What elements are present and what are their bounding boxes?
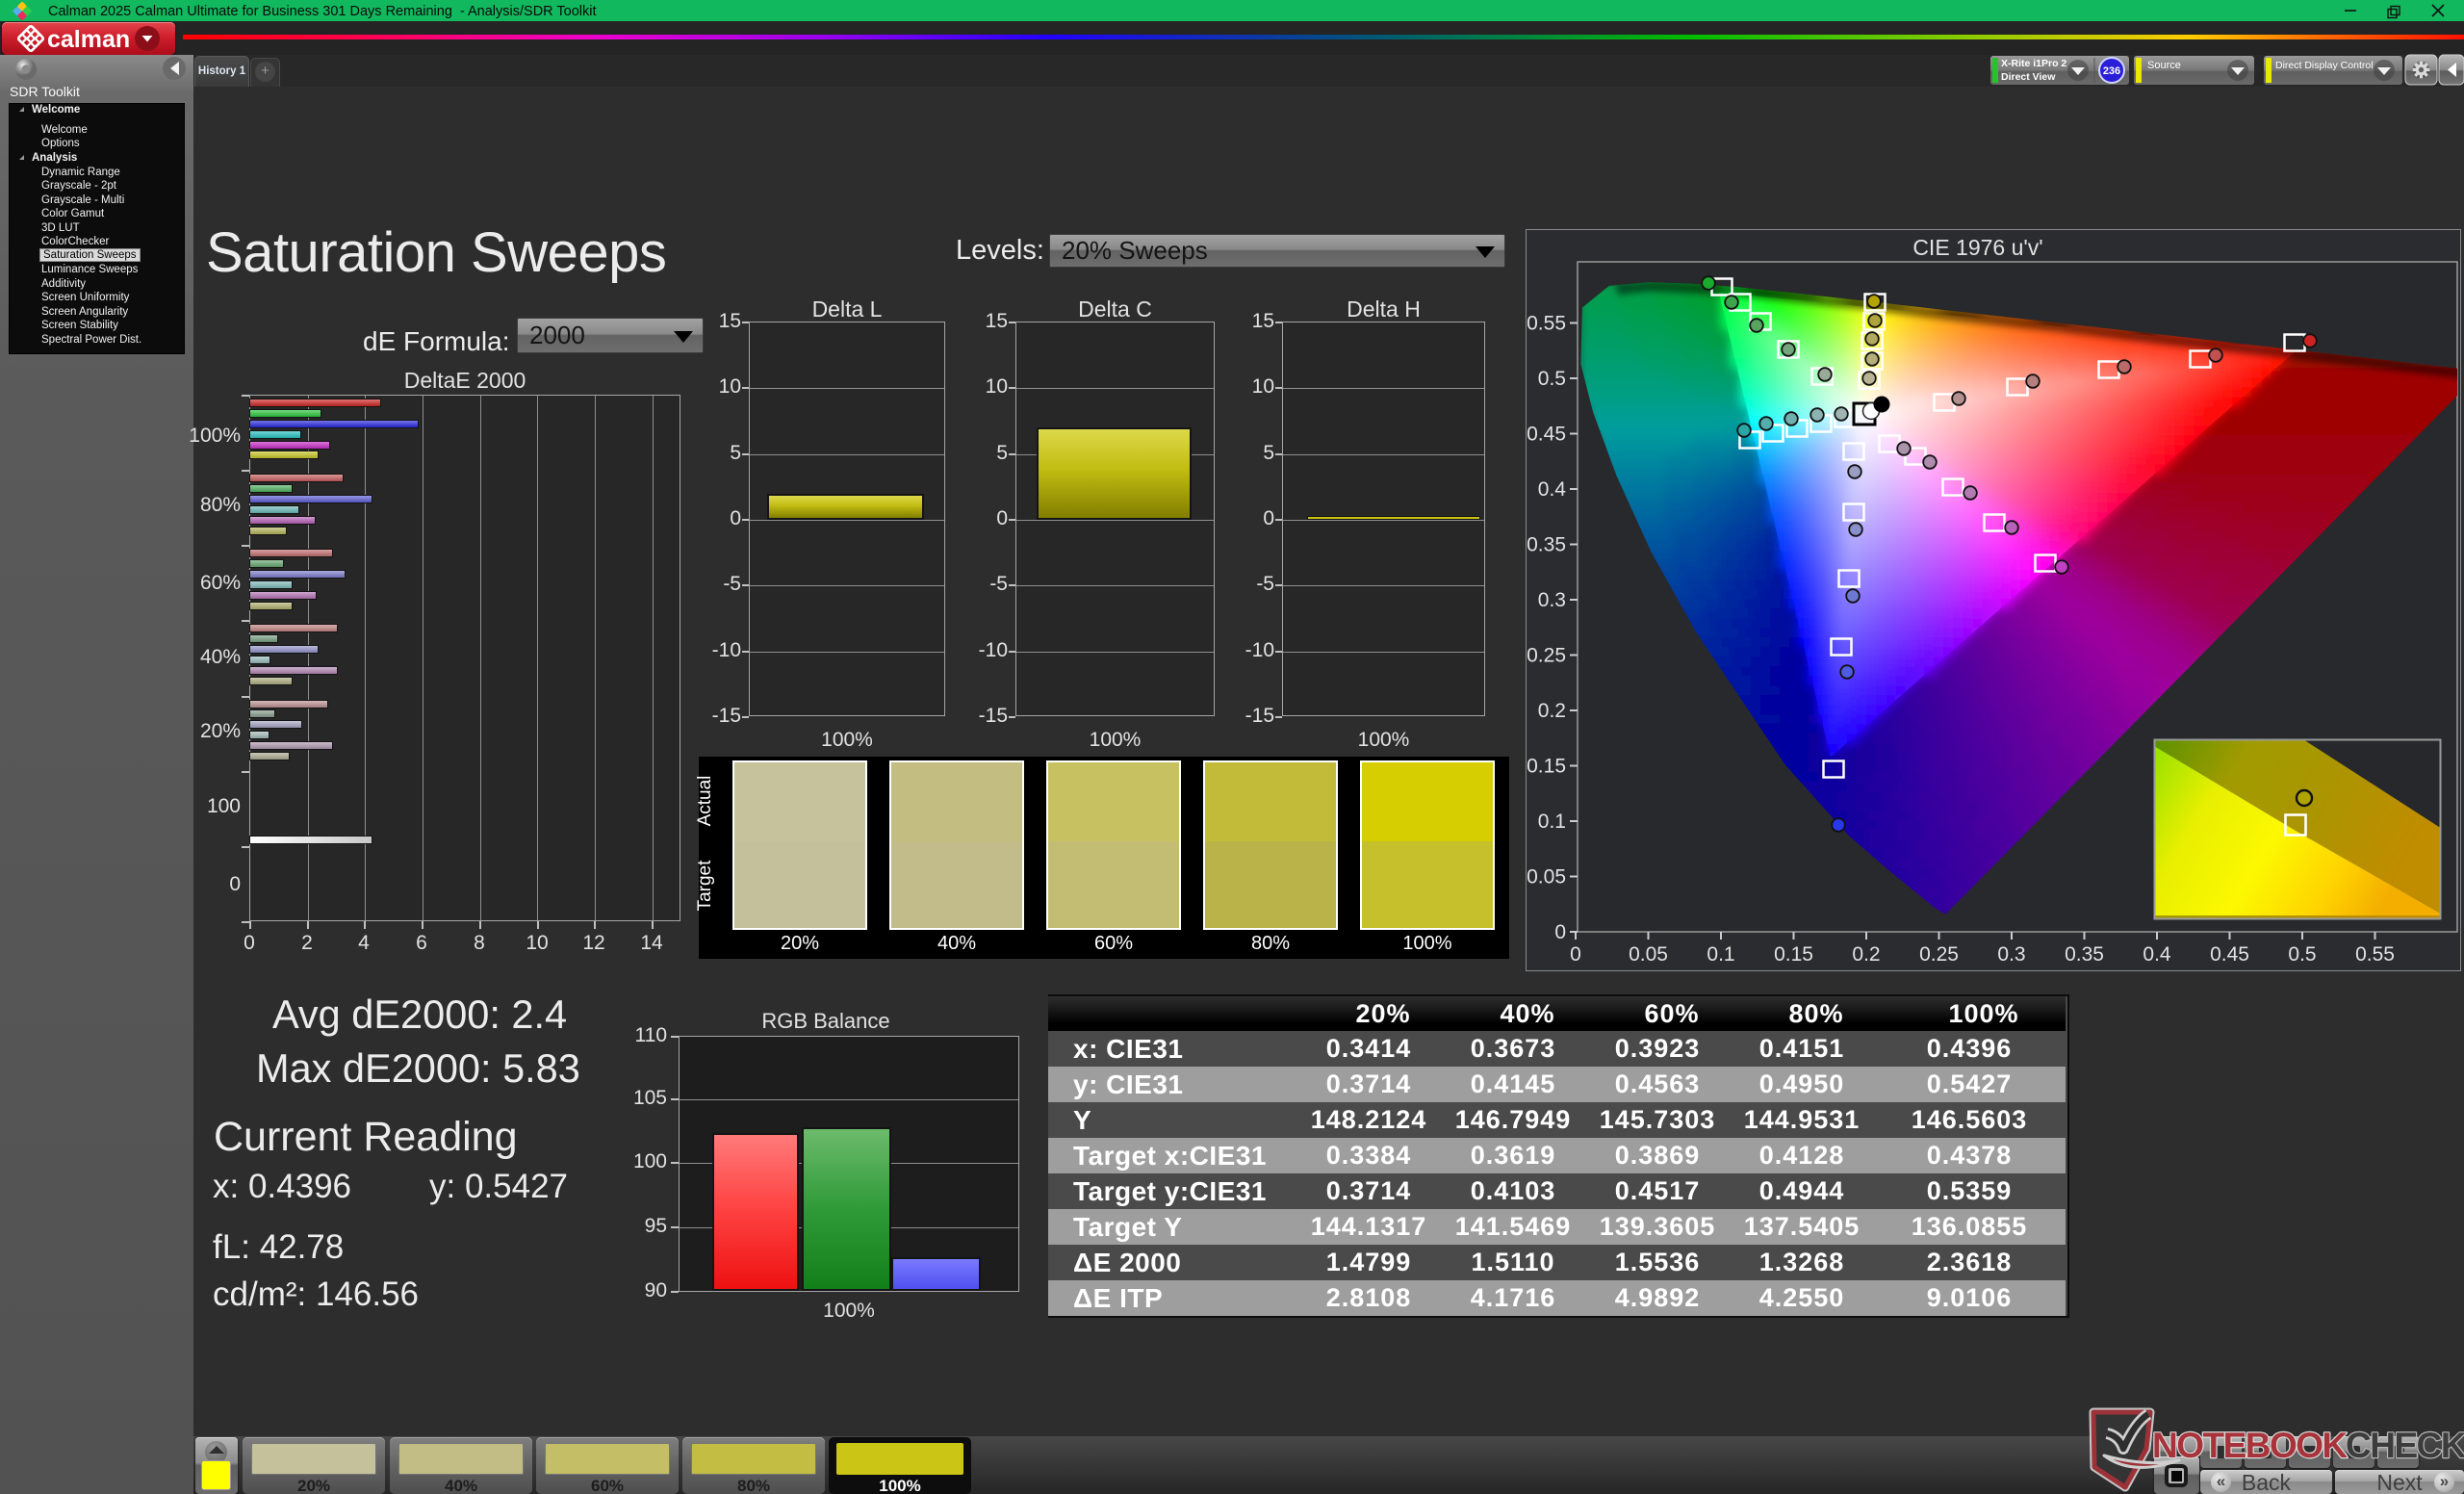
svg-text:0.35: 0.35 [2065, 943, 2104, 966]
svg-text:0.05: 0.05 [1629, 943, 1668, 966]
svg-text:0.55: 0.55 [1527, 313, 1566, 335]
svg-text:0: 0 [1570, 943, 1581, 966]
svg-text:0.15: 0.15 [1527, 756, 1566, 778]
svg-text:CIE 1976 u'v': CIE 1976 u'v' [1912, 235, 2042, 260]
svg-text:0.1: 0.1 [1707, 943, 1734, 966]
svg-text:0.05: 0.05 [1527, 866, 1566, 889]
svg-text:0.55: 0.55 [2355, 943, 2395, 966]
svg-text:calman: calman [47, 26, 130, 53]
svg-text:0.2: 0.2 [1852, 943, 1880, 966]
svg-text:Direct View: Direct View [2001, 71, 2056, 83]
svg-text:Direct Display Control: Direct Display Control [2275, 60, 2374, 71]
svg-text:0.3: 0.3 [1997, 943, 2025, 966]
svg-text:0.4: 0.4 [2143, 943, 2171, 966]
svg-text:0.15: 0.15 [1774, 943, 1813, 966]
svg-text:CHECK: CHECK [2346, 1426, 2464, 1465]
svg-text:0.45: 0.45 [1527, 424, 1566, 446]
svg-text:0.5: 0.5 [1538, 368, 1566, 390]
svg-text:0.4: 0.4 [1538, 478, 1567, 501]
svg-text:0.45: 0.45 [2210, 943, 2249, 966]
svg-text:0.5: 0.5 [2288, 943, 2316, 966]
svg-text:Source: Source [2147, 60, 2181, 71]
svg-text:0.25: 0.25 [1527, 645, 1566, 667]
svg-text:0.25: 0.25 [1919, 943, 1959, 966]
svg-text:236: 236 [2103, 65, 2120, 77]
svg-text:0.35: 0.35 [1527, 534, 1566, 556]
svg-text:X-Rite i1Pro 2: X-Rite i1Pro 2 [2001, 58, 2066, 69]
svg-text:0.3: 0.3 [1538, 589, 1566, 611]
svg-text:0.2: 0.2 [1538, 700, 1566, 722]
svg-text:NOTEBOOK: NOTEBOOK [2152, 1426, 2348, 1465]
svg-text:0: 0 [1554, 921, 1566, 943]
svg-text:0.1: 0.1 [1538, 811, 1566, 833]
